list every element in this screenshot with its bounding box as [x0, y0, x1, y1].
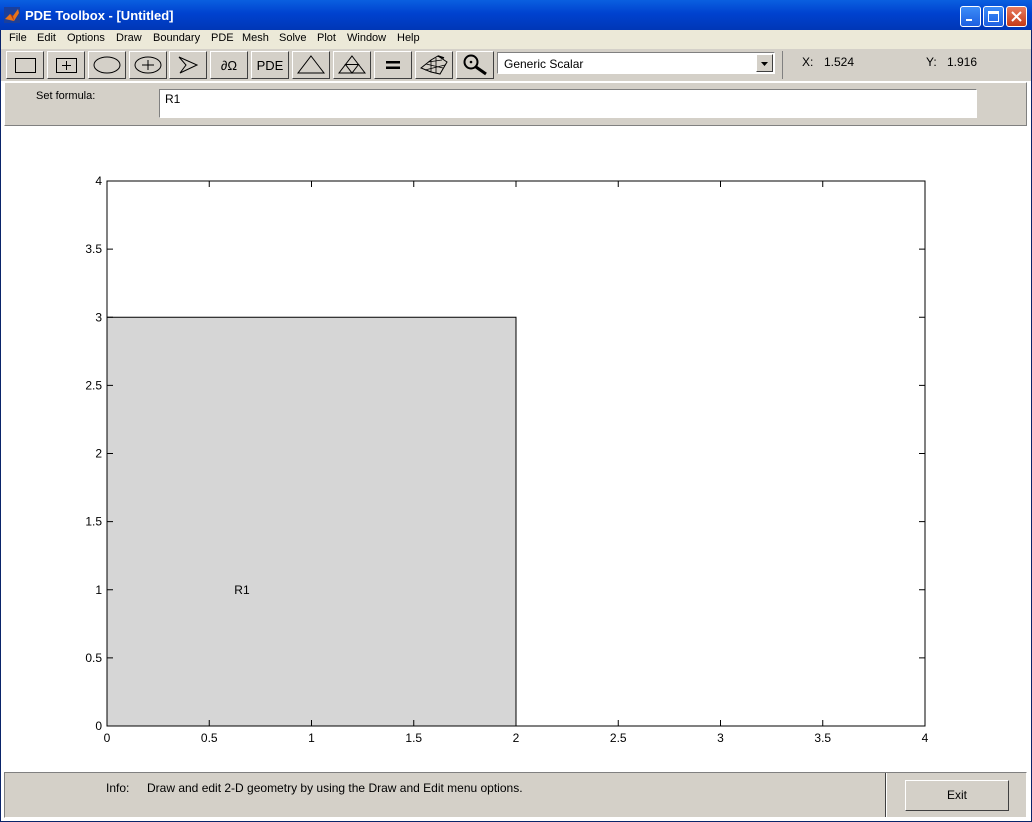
y-tick-label: 3.5 [85, 242, 102, 256]
set-formula-panel: Set formula: [4, 82, 1027, 126]
info-divider [885, 773, 887, 817]
draw-ellipse-center-button[interactable] [129, 51, 167, 79]
x-tick-label: 4 [922, 731, 929, 745]
y-tick-label: 2.5 [85, 378, 102, 392]
y-tick-label: 0.5 [85, 651, 102, 665]
x-coordinate-label: X: [802, 55, 814, 69]
init-mesh-button[interactable] [292, 51, 330, 79]
x-tick-label: 3.5 [814, 731, 831, 745]
maximize-icon [988, 11, 999, 22]
menu-window[interactable]: Window [347, 32, 386, 44]
rectangle-center-icon [56, 58, 77, 73]
x-tick-label: 1.5 [405, 731, 422, 745]
pde-specification-button[interactable]: PDE [251, 51, 289, 79]
pde-specification-label: PDE [256, 58, 284, 73]
geometry-shape-r1[interactable] [106, 316, 517, 727]
ellipse-center-icon [134, 56, 162, 74]
triangle-icon [296, 55, 326, 74]
geometry-axes[interactable]: R1 0 0.5 1 1.5 2 2.5 3 3.5 4 0 0.5 1 1.5 2 2.5 3 3.5 4 [0, 127, 1032, 771]
window-title: PDE Toolbox - [Untitled] [25, 8, 174, 23]
equals-icon [386, 61, 400, 69]
close-button[interactable] [1006, 6, 1027, 27]
ellipse-icon [93, 56, 121, 74]
close-icon [1011, 11, 1022, 22]
minimize-icon [966, 19, 972, 21]
refine-triangle-icon [337, 55, 367, 74]
x-tick-label: 3 [717, 731, 724, 745]
surface-plot-icon [420, 55, 448, 75]
y-coordinate-value: 1.916 [947, 55, 978, 69]
matlab-logo-icon [4, 7, 20, 23]
y-tick-label: 1.5 [85, 515, 102, 529]
draw-ellipse-corner-button[interactable] [88, 51, 126, 79]
menu-bar: File Edit Options Draw Boundary PDE Mesh… [1, 30, 1031, 49]
info-bar: Info: Draw and edit 2-D geometry by usin… [4, 772, 1027, 818]
draw-rectangle-center-button[interactable] [47, 51, 85, 79]
x-tick-label: 2.5 [610, 731, 627, 745]
zoom-button[interactable] [456, 51, 494, 79]
exit-button[interactable]: Exit [905, 780, 1009, 811]
menu-plot[interactable]: Plot [317, 32, 336, 44]
draw-polygon-button[interactable] [169, 51, 207, 79]
minimize-button[interactable] [960, 6, 981, 27]
plot-solution-button[interactable] [415, 51, 453, 79]
application-mode-value: Generic Scalar [504, 57, 584, 71]
y-tick-label: 0 [95, 719, 102, 733]
chevron-down-icon [761, 62, 768, 66]
x-tick-label: 0.5 [201, 731, 218, 745]
polygon-icon [178, 56, 199, 74]
solve-pde-button[interactable] [374, 51, 412, 79]
rectangle-icon [15, 58, 36, 73]
set-formula-label: Set formula: [36, 90, 96, 102]
menu-file[interactable]: File [9, 32, 27, 44]
menu-help[interactable]: Help [397, 32, 420, 44]
magnifier-icon [463, 54, 487, 76]
y-tick-label: 3 [95, 310, 102, 324]
menu-options[interactable]: Options [67, 32, 105, 44]
y-coordinate-label: Y: [926, 55, 937, 69]
y-tick-label: 1 [95, 583, 102, 597]
x-tick-label: 0 [104, 731, 111, 745]
x-coordinate-value: 1.524 [824, 55, 855, 69]
dropdown-arrow-button[interactable] [756, 54, 773, 72]
x-tick-label: 1 [308, 731, 315, 745]
info-label: Info: [106, 781, 130, 795]
info-text: Draw and edit 2-D geometry by using the … [147, 781, 523, 795]
cursor-coordinates: X: 1.524 Y: 1.916 [782, 51, 1026, 79]
menu-mesh[interactable]: Mesh [242, 32, 269, 44]
maximize-button[interactable] [983, 6, 1004, 27]
y-tick-label: 2 [95, 447, 102, 461]
menu-pde[interactable]: PDE [211, 32, 234, 44]
boundary-mode-label: ∂Ω [220, 58, 238, 73]
set-formula-input[interactable] [159, 89, 977, 118]
draw-rectangle-corner-button[interactable] [6, 51, 44, 79]
boundary-mode-button[interactable]: ∂Ω [210, 51, 248, 79]
application-mode-select[interactable]: Generic Scalar [497, 52, 775, 74]
shape-label: R1 [234, 583, 250, 597]
y-tick-label: 4 [95, 174, 102, 188]
title-bar[interactable]: PDE Toolbox - [Untitled] [0, 0, 1032, 30]
menu-solve[interactable]: Solve [279, 32, 307, 44]
menu-edit[interactable]: Edit [37, 32, 56, 44]
refine-mesh-button[interactable] [333, 51, 371, 79]
menu-draw[interactable]: Draw [116, 32, 142, 44]
x-tick-label: 2 [513, 731, 520, 745]
menu-boundary[interactable]: Boundary [153, 32, 200, 44]
